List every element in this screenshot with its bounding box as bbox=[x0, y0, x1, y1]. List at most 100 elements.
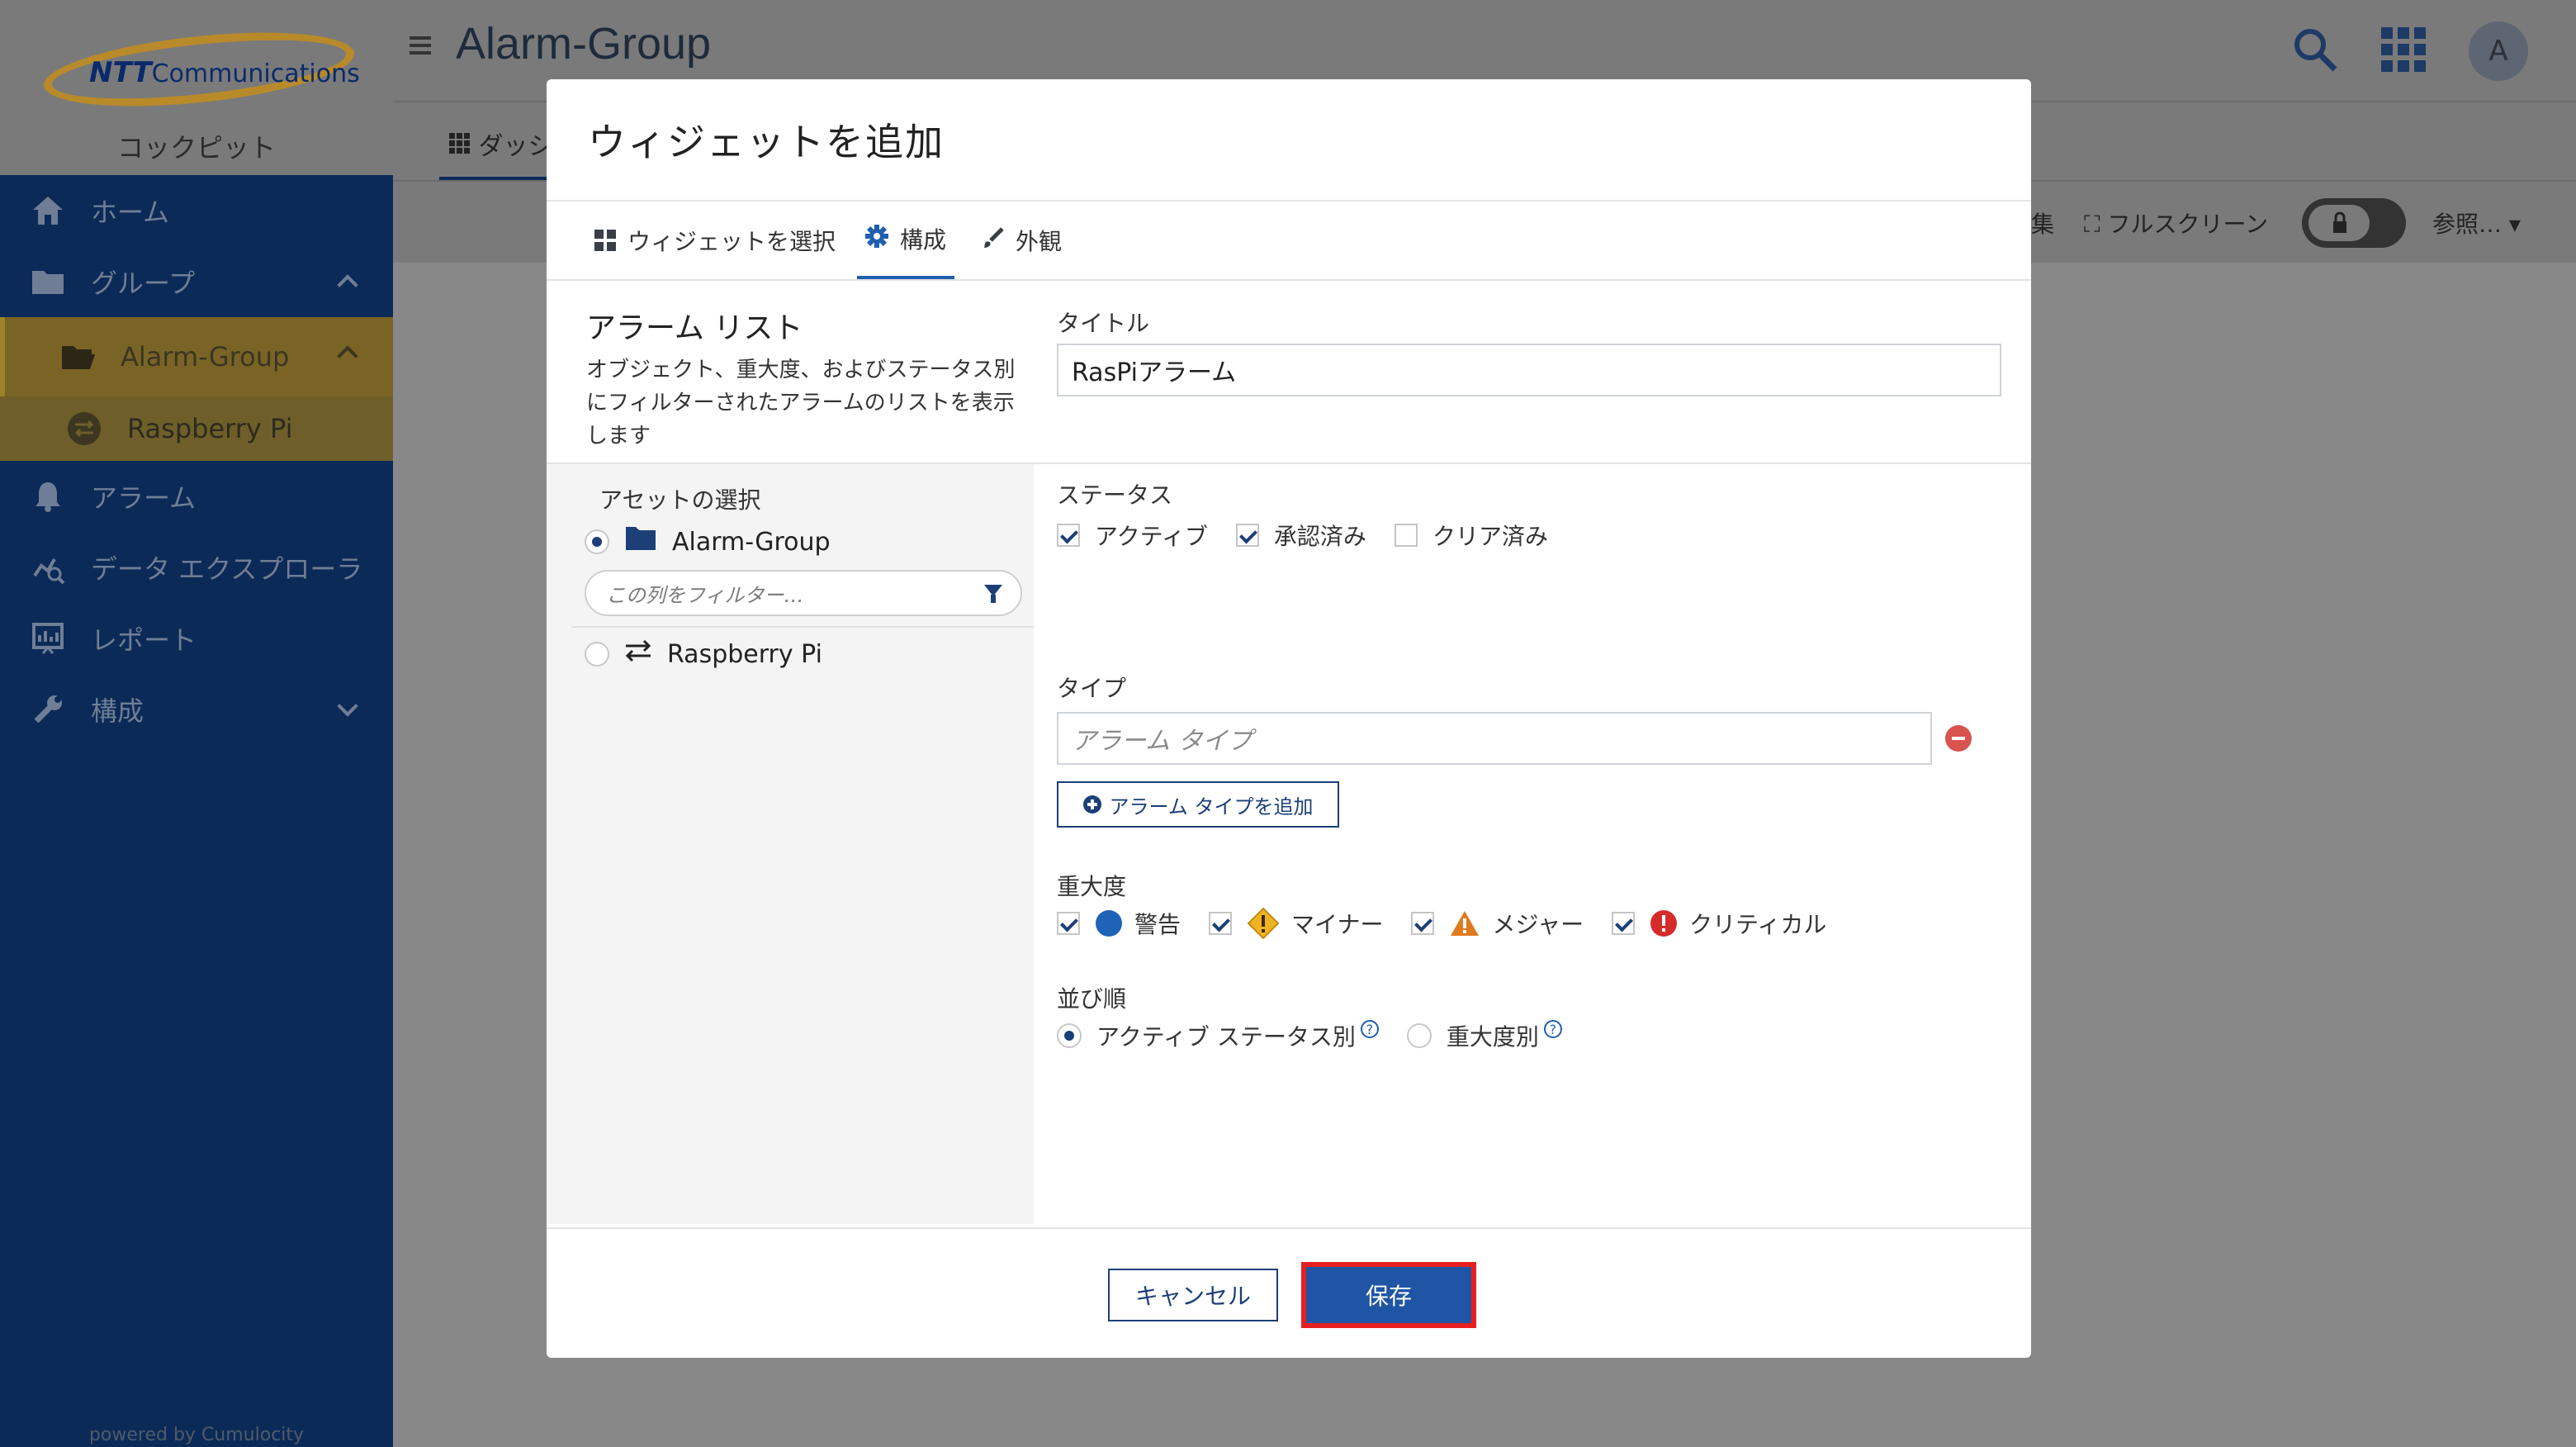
asset-item-raspberry-pi[interactable]: Raspberry Pi bbox=[585, 639, 822, 669]
chevron-up-icon[interactable] bbox=[337, 274, 358, 296]
tab-select-widget[interactable]: ウィジェットを選択 bbox=[594, 202, 836, 279]
top-icons: A bbox=[2292, 21, 2528, 81]
asset-radio[interactable] bbox=[585, 529, 609, 554]
sidebar-item-group[interactable]: グループ bbox=[0, 246, 393, 317]
sidebar-item-home[interactable]: ホーム bbox=[0, 175, 393, 246]
order-label: 並び順 bbox=[1057, 985, 1127, 1013]
lock-toggle[interactable] bbox=[2302, 198, 2406, 248]
help-icon[interactable]: ? bbox=[1543, 1020, 1562, 1038]
chevron-down-icon[interactable] bbox=[337, 695, 358, 717]
chevron-up-icon[interactable] bbox=[337, 345, 358, 367]
sidebar-item-alarm-group[interactable]: Alarm-Group bbox=[0, 317, 393, 396]
device-exchange-icon bbox=[66, 410, 102, 447]
search-icon[interactable] bbox=[2292, 26, 2338, 76]
cancel-button[interactable]: キャンセル bbox=[1108, 1269, 1278, 1321]
home-icon bbox=[30, 192, 66, 229]
caret-down-icon: ▾ bbox=[2508, 211, 2521, 238]
brand-area: NTTCommunications コックピット bbox=[0, 0, 393, 175]
gear-icon bbox=[865, 224, 888, 254]
sidebar-item-raspberry-pi[interactable]: Raspberry Pi bbox=[0, 396, 393, 461]
tab-configuration[interactable]: 構成 bbox=[857, 202, 955, 279]
modal-header: ウィジェットを追加 bbox=[547, 79, 2031, 202]
order-radio[interactable] bbox=[1406, 1023, 1432, 1048]
asset-selector: アセットの選択 Alarm-Group この列をフィルター… Raspberry… bbox=[547, 463, 1034, 1224]
status-options: アクティブ 承認済み クリア済み bbox=[1057, 519, 1576, 552]
order-radio[interactable] bbox=[1057, 1023, 1082, 1048]
page-title: Alarm-Group bbox=[456, 19, 712, 69]
avatar[interactable]: A bbox=[2469, 21, 2528, 81]
minor-diamond-icon bbox=[1247, 907, 1280, 940]
title-input[interactable]: RasPiアラーム bbox=[1057, 344, 2001, 396]
app-name: コックピット bbox=[116, 132, 276, 164]
sidebar-item-report[interactable]: レポート bbox=[0, 603, 393, 674]
fullscreen-button[interactable]: ⛶ フルスクリーン bbox=[2084, 206, 2268, 240]
config-panel: タイトル RasPiアラーム ステータス アクティブ 承認済み クリア済み タイ… bbox=[547, 282, 2031, 1307]
checkbox[interactable] bbox=[1209, 912, 1233, 935]
order-by-severity[interactable]: 重大度別 ? bbox=[1406, 1019, 1562, 1052]
ntt-logo: NTTCommunications bbox=[40, 20, 360, 119]
folder-icon bbox=[624, 525, 657, 558]
alarm-type-input[interactable]: アラーム タイプ bbox=[1057, 712, 1932, 765]
menu-toggle-icon[interactable] bbox=[410, 36, 431, 56]
severity-major[interactable]: メジャー bbox=[1411, 907, 1584, 940]
app-switcher-icon[interactable] bbox=[2381, 27, 2426, 75]
checkbox[interactable] bbox=[1394, 524, 1418, 547]
order-options: アクティブ ステータス別 ? 重大度別 ? bbox=[1057, 1019, 1590, 1052]
critical-circle-icon bbox=[1650, 909, 1678, 937]
asset-selector-title: アセットの選択 bbox=[599, 486, 761, 514]
add-widget-modal: ウィジェットを追加 ウィジェットを選択 構成 外観 アラーム リスト オブジェク… bbox=[547, 79, 2031, 1358]
bell-icon bbox=[30, 478, 66, 515]
sidebar-item-data-explorer[interactable]: データ エクスプローラ bbox=[0, 532, 393, 603]
lock-icon bbox=[2308, 205, 2370, 241]
severity-options: 警告 マイナー メジャー クリティカル bbox=[1057, 907, 1854, 940]
edit-button[interactable]: 集 bbox=[2031, 206, 2054, 240]
checkbox[interactable] bbox=[1235, 524, 1259, 547]
plus-circle-icon bbox=[1082, 795, 1101, 814]
warning-circle-icon bbox=[1095, 909, 1123, 937]
grid-icon bbox=[449, 133, 470, 154]
checkbox[interactable] bbox=[1411, 912, 1435, 935]
modal-tabs: ウィジェットを選択 構成 外観 bbox=[547, 202, 2031, 281]
add-alarm-type-button[interactable]: アラーム タイプを追加 bbox=[1057, 781, 1339, 828]
filter-icon[interactable] bbox=[984, 585, 1002, 603]
severity-minor[interactable]: マイナー bbox=[1209, 907, 1383, 940]
help-icon[interactable]: ? bbox=[1360, 1020, 1379, 1038]
divider bbox=[571, 626, 1034, 628]
wrench-icon bbox=[30, 691, 66, 728]
widget-description: オブジェクト、重大度、およびステータス別にフィルターされたアラームのリストを表示… bbox=[586, 358, 1016, 448]
tab-appearance[interactable]: 外観 bbox=[983, 202, 1062, 279]
save-button[interactable]: 保存 bbox=[1306, 1267, 1471, 1323]
checkbox[interactable] bbox=[1057, 524, 1080, 547]
status-cleared[interactable]: クリア済み bbox=[1394, 519, 1548, 552]
widgets-icon bbox=[594, 230, 616, 251]
sidebar: NTTCommunications コックピット ホーム グループ Alarm-… bbox=[0, 0, 393, 1447]
reference-dropdown[interactable]: 参照… ▾ bbox=[2432, 206, 2521, 240]
remove-icon[interactable] bbox=[1945, 725, 1972, 752]
checkbox[interactable] bbox=[1612, 912, 1636, 935]
asset-radio[interactable] bbox=[585, 642, 609, 667]
asset-filter-input[interactable]: この列をフィルター… bbox=[585, 570, 1022, 616]
severity-warning[interactable]: 警告 bbox=[1057, 907, 1181, 940]
widget-info: アラーム リスト オブジェクト、重大度、およびステータス別にフィルターされたアラ… bbox=[586, 304, 1016, 453]
status-label: ステータス bbox=[1057, 482, 1173, 509]
data-explorer-icon bbox=[30, 549, 66, 586]
sidebar-item-alarm[interactable]: アラーム bbox=[0, 461, 393, 532]
type-label: タイプ bbox=[1057, 675, 1127, 702]
severity-critical[interactable]: クリティカル bbox=[1612, 907, 1826, 940]
status-acknowledged[interactable]: 承認済み bbox=[1235, 519, 1366, 552]
brush-icon bbox=[983, 226, 1004, 254]
modal-body: アラーム リスト オブジェクト、重大度、およびステータス別にフィルターされたアラ… bbox=[547, 282, 2031, 1307]
status-active[interactable]: アクティブ bbox=[1057, 519, 1208, 552]
powered-by: powered by Cumulocity bbox=[88, 1425, 305, 1445]
tab-dashboard[interactable]: ダッシ bbox=[449, 126, 553, 162]
order-by-active-status[interactable]: アクティブ ステータス別 ? bbox=[1057, 1019, 1379, 1052]
modal-footer: キャンセル 保存 bbox=[547, 1227, 2031, 1358]
left-panel: アラーム リスト オブジェクト、重大度、およびステータス別にフィルターされたアラ… bbox=[547, 282, 1034, 1307]
asset-item-alarm-group[interactable]: Alarm-Group bbox=[585, 525, 831, 558]
widget-name: アラーム リスト bbox=[586, 311, 803, 345]
divider bbox=[547, 463, 2031, 464]
sidebar-item-configuration[interactable]: 構成 bbox=[0, 674, 393, 745]
checkbox[interactable] bbox=[1057, 912, 1080, 935]
title-label: タイトル bbox=[1057, 310, 1150, 337]
sidebar-nav: ホーム グループ Alarm-Group Raspberry Pi アラーム デ… bbox=[0, 175, 393, 745]
